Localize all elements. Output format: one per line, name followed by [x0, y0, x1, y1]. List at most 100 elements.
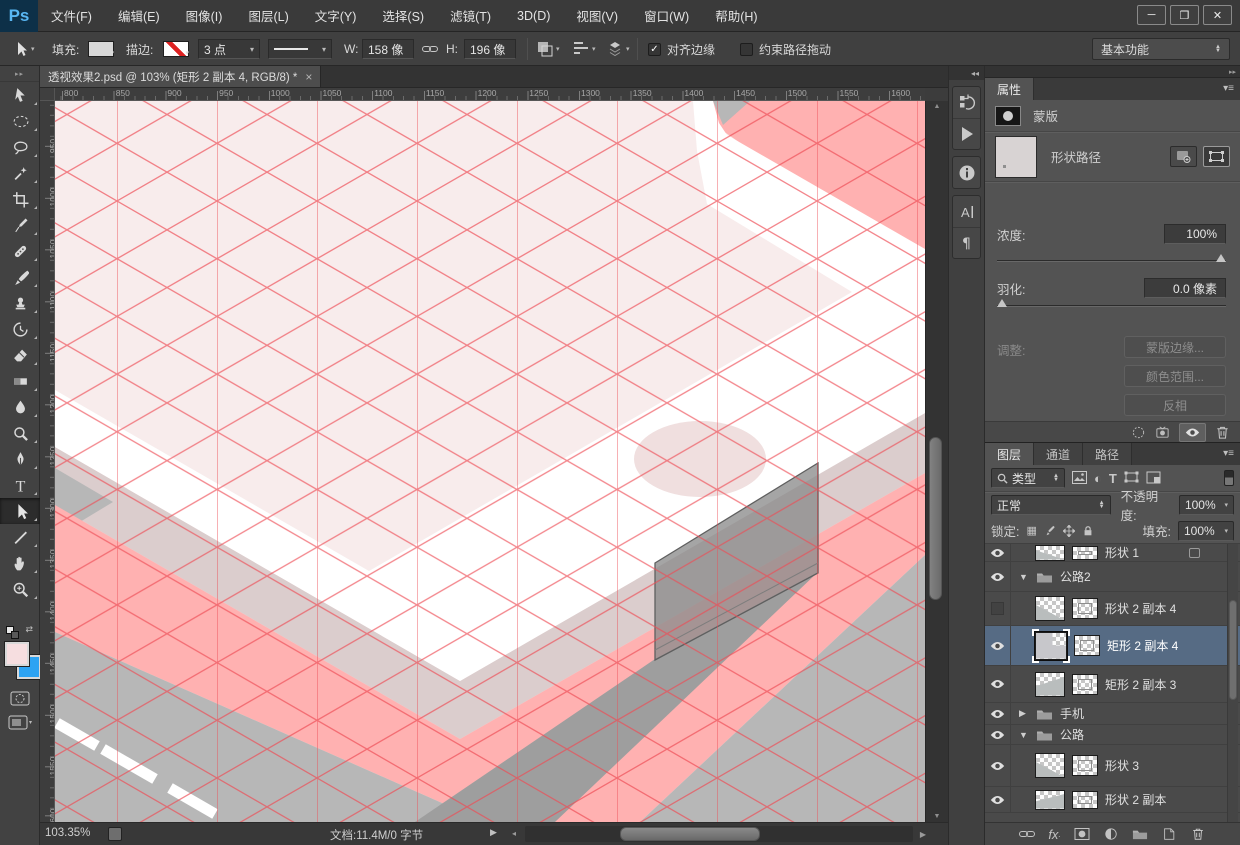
workspace-switcher[interactable]: 基本功能 ▲▼ — [1092, 38, 1230, 60]
lock-pixels-icon[interactable] — [1044, 525, 1056, 537]
horizontal-scrollbar[interactable] — [525, 826, 913, 842]
document-tab[interactable]: 透视效果2.psd @ 103% (矩形 2 副本 4, RGB/8) * × — [40, 66, 321, 87]
gradient-tool[interactable] — [0, 368, 40, 394]
tab-paths[interactable]: 路径 — [1083, 443, 1132, 465]
group-expand-icon[interactable]: ▶ — [1019, 708, 1029, 719]
status-flyout-arrow[interactable]: ▶ — [490, 827, 497, 838]
menu-file[interactable]: 文件(F) — [38, 0, 105, 32]
pen-tool[interactable] — [0, 446, 40, 472]
stroke-swatch[interactable]: ▾ — [163, 32, 189, 66]
eyedropper-tool[interactable] — [0, 212, 40, 238]
history-brush-tool[interactable] — [0, 316, 40, 342]
layer-group-gonglu[interactable]: ▼ 公路 — [985, 725, 1240, 745]
actions-panel-icon[interactable] — [953, 118, 980, 149]
lock-transparency-icon[interactable]: ▦ — [1026, 524, 1036, 537]
link-dimensions-icon[interactable] — [422, 32, 438, 66]
layer-group-shouji[interactable]: ▶ 手机 — [985, 703, 1240, 725]
stroke-width-select[interactable]: 3 点▾ — [198, 32, 260, 66]
lasso-tool[interactable] — [0, 134, 40, 160]
visibility-eye-icon[interactable] — [985, 666, 1011, 702]
mask-edge-button[interactable]: 蒙版边缘... — [1124, 336, 1226, 358]
path-arrangement-icon[interactable]: ▾ — [606, 32, 630, 66]
layers-scrollbar-thumb[interactable] — [1229, 600, 1237, 700]
current-tool-icon[interactable]: ▾ — [12, 32, 35, 66]
new-layer-icon[interactable] — [1161, 827, 1177, 841]
height-field[interactable]: 196 像 — [464, 32, 516, 66]
filter-type-layers-icon[interactable]: T — [1109, 472, 1117, 485]
layer-filter-type-select[interactable]: 类型 ▲▼ — [991, 468, 1065, 488]
info-panel-icon[interactable] — [953, 157, 980, 188]
delete-mask-icon[interactable] — [1215, 425, 1230, 440]
fill-field[interactable]: 100% ▾ — [1178, 521, 1234, 541]
clone-stamp-tool[interactable] — [0, 290, 40, 316]
layer-row-rect2copy4-selected[interactable]: 矩形 2 副本 4 — [985, 626, 1240, 666]
visibility-eye-icon[interactable] — [985, 544, 1011, 561]
vertical-scrollbar-thumb[interactable] — [929, 437, 942, 600]
dock-header[interactable]: ▸▸ — [985, 66, 1240, 78]
healing-brush-tool[interactable] — [0, 238, 40, 264]
vertical-scrollbar[interactable]: ▲ ▼ — [925, 101, 948, 822]
layer-row-rect2copy3[interactable]: 矩形 2 副本 3 — [985, 666, 1240, 703]
history-panel-icon[interactable] — [953, 87, 980, 118]
new-group-icon[interactable] — [1132, 827, 1148, 841]
width-field[interactable]: 158 像 — [362, 32, 414, 66]
feather-slider-thumb[interactable] — [997, 299, 1007, 307]
add-layer-mask-icon[interactable] — [1074, 827, 1090, 841]
menu-type[interactable]: 文字(Y) — [302, 0, 370, 32]
tab-channels[interactable]: 通道 — [1034, 443, 1083, 465]
color-swatches[interactable] — [4, 642, 36, 684]
layers-panel-menu-icon[interactable]: ▾≡ — [1223, 448, 1234, 459]
add-pixel-mask-button[interactable] — [1170, 146, 1197, 167]
shape-path-thumbnail[interactable] — [995, 136, 1037, 178]
brush-tool[interactable] — [0, 264, 40, 290]
ruler-origin-corner[interactable] — [40, 88, 55, 101]
zoom-level-field[interactable]: 103.35% — [45, 827, 90, 839]
menu-help[interactable]: 帮助(H) — [702, 0, 770, 32]
character-panel-icon[interactable]: A — [953, 196, 980, 227]
align-edges-checkbox[interactable]: ✓ 对齐边缘 — [648, 32, 715, 66]
hand-tool[interactable] — [0, 550, 40, 576]
expand-panels-icon[interactable]: ◂◂ — [949, 66, 984, 80]
visibility-eye-icon[interactable] — [985, 725, 1011, 744]
crop-tool[interactable] — [0, 186, 40, 212]
layer-row-shape3[interactable]: 形状 3 — [985, 745, 1240, 787]
path-select-tool[interactable] — [0, 498, 40, 524]
layers-scrollbar[interactable] — [1227, 544, 1238, 822]
menu-view[interactable]: 视图(V) — [563, 0, 631, 32]
group-expand-icon[interactable]: ▼ — [1019, 730, 1029, 740]
dodge-tool[interactable] — [0, 420, 40, 446]
path-operations-icon[interactable]: ▾ — [536, 32, 560, 66]
enable-mask-eye-icon[interactable] — [1179, 423, 1206, 442]
zoom-tool[interactable] — [0, 576, 40, 602]
tools-collapse-icon[interactable]: ▸▸ — [0, 66, 39, 82]
photoshop-logo-icon[interactable]: Ps — [0, 0, 38, 32]
close-button[interactable]: ✕ — [1203, 5, 1232, 25]
link-layers-icon[interactable] — [1019, 827, 1035, 841]
adjustment-layer-icon[interactable] — [1103, 827, 1119, 841]
filter-toggle-switch[interactable] — [1224, 470, 1234, 486]
default-swatches-icon[interactable]: ⇄ — [6, 624, 34, 640]
constrain-path-checkbox[interactable]: 约束路径拖动 — [740, 32, 831, 66]
quick-mask-button[interactable] — [0, 686, 40, 710]
opacity-field[interactable]: 100% ▾ — [1179, 495, 1234, 515]
layer-style-fx-icon[interactable]: fx. — [1048, 827, 1060, 842]
group-expand-icon[interactable]: ▼ — [1019, 572, 1029, 582]
density-slider-thumb[interactable] — [1216, 254, 1226, 262]
filter-adjustment-layers-icon[interactable]: ◐ — [1094, 472, 1102, 485]
scroll-right-arrow[interactable]: ▶ — [920, 830, 926, 839]
layer-row-shape2copy[interactable]: 形状 2 副本 — [985, 787, 1240, 813]
foreground-color-swatch[interactable] — [5, 642, 29, 666]
tab-layers[interactable]: 图层 — [985, 443, 1034, 465]
feather-value[interactable]: 0.0 像素 — [1144, 278, 1226, 298]
menu-window[interactable]: 窗口(W) — [631, 0, 702, 32]
quick-select-tool[interactable] — [0, 160, 40, 186]
density-slider[interactable] — [997, 260, 1226, 262]
visibility-eye-icon[interactable] — [985, 562, 1011, 591]
fill-swatch[interactable]: ▾ — [88, 32, 114, 66]
eraser-tool[interactable] — [0, 342, 40, 368]
density-value[interactable]: 100% — [1164, 224, 1226, 244]
layer-row-shape2copy4[interactable]: 形状 2 副本 4 — [985, 592, 1240, 626]
paragraph-panel-icon[interactable]: ¶ — [953, 227, 980, 258]
menu-filter[interactable]: 滤镜(T) — [437, 0, 504, 32]
visibility-eye-icon[interactable] — [985, 745, 1011, 786]
